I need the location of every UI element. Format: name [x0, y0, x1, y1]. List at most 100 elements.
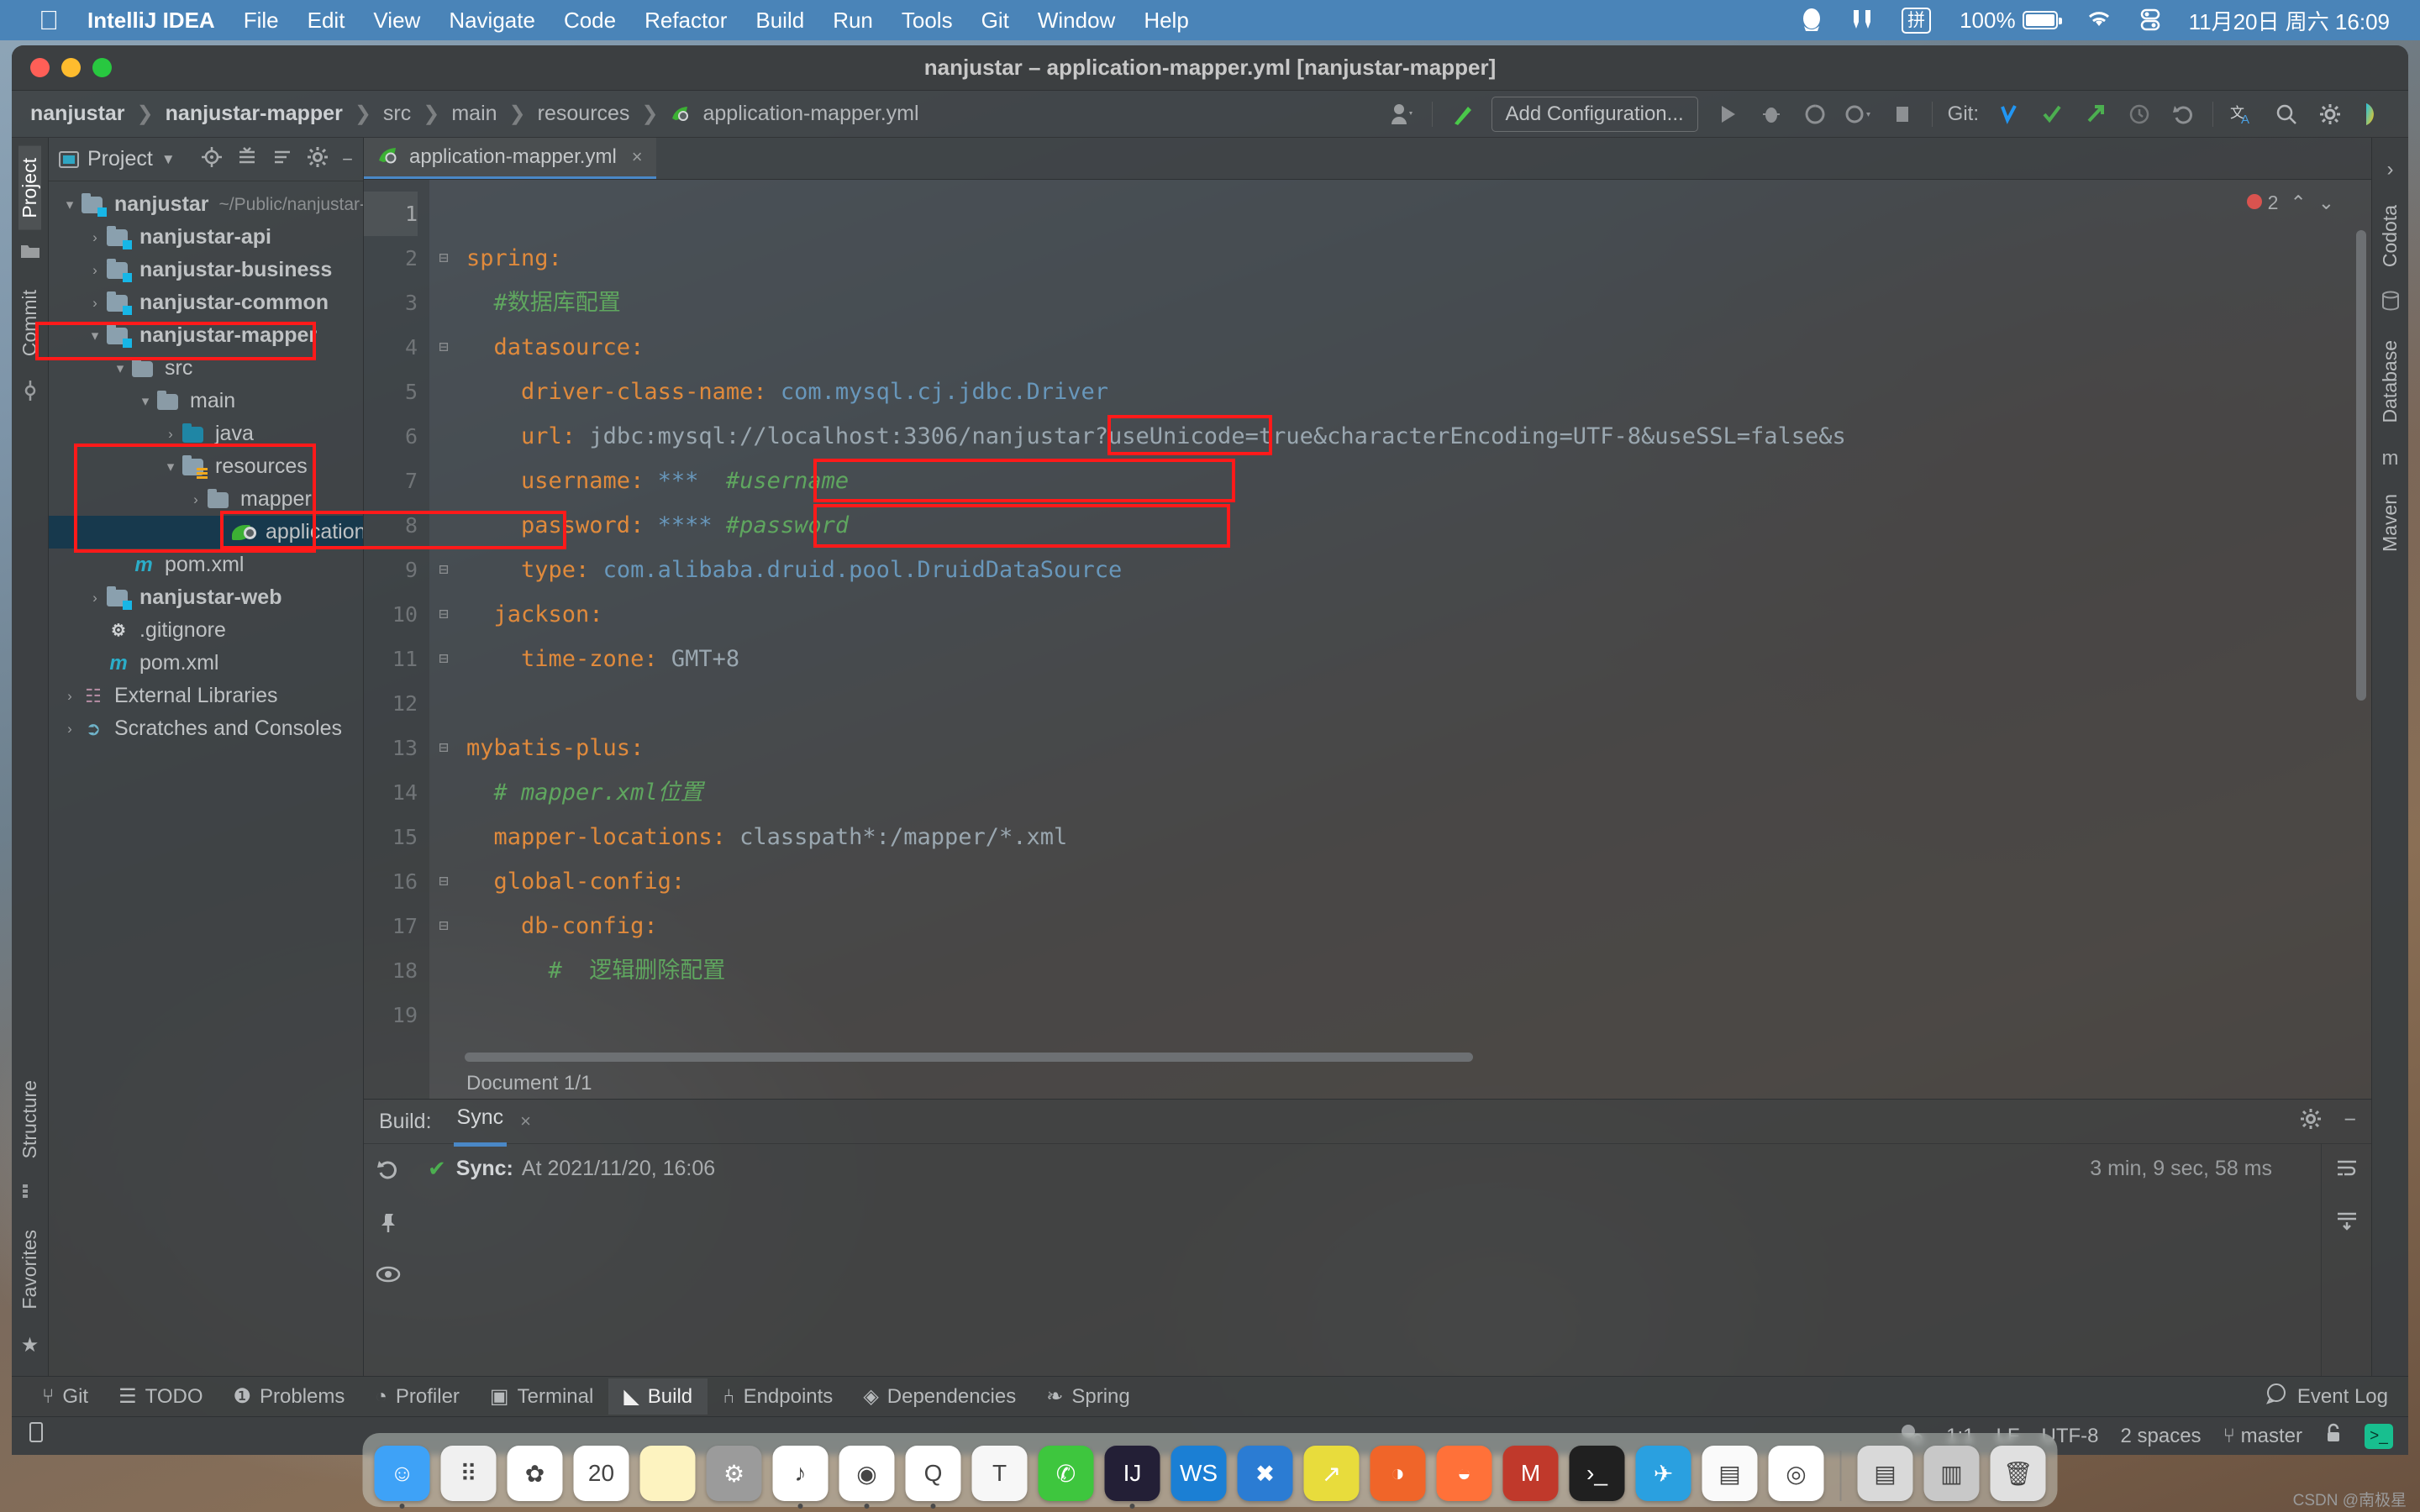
tree-expand-arrow[interactable]: ›: [185, 491, 207, 508]
tree-item-scratches-and-consoles[interactable]: ›➲Scratches and Consoles: [49, 712, 363, 745]
fold-marker-icon[interactable]: ⊟: [429, 637, 458, 681]
fold-marker-icon[interactable]: ⊟: [429, 325, 458, 370]
project-file-tree[interactable]: ▾nanjustar~/Public/nanjustar-template/na…: [49, 181, 363, 1376]
fold-marker-icon[interactable]: ⊟: [429, 726, 458, 770]
menu-item-view[interactable]: View: [373, 8, 420, 34]
vscode-icon[interactable]: ✖: [1238, 1446, 1293, 1501]
typora-icon[interactable]: T: [972, 1446, 1028, 1501]
debug-icon[interactable]: [1757, 100, 1786, 129]
green-terminal-icon[interactable]: >_: [2365, 1424, 2393, 1449]
tree-item-java[interactable]: ›java: [49, 417, 363, 450]
tool-button-problems[interactable]: ❶Problems: [218, 1378, 360, 1415]
intellij-idea-icon[interactable]: IJ: [1105, 1446, 1160, 1501]
sidebar-item-maven[interactable]: Maven: [2379, 482, 2402, 564]
settings-gear-icon[interactable]: [2316, 100, 2344, 129]
tree-item-main[interactable]: ▾main: [49, 385, 363, 417]
battery-status[interactable]: 100%: [1960, 8, 2058, 34]
sidebar-item-commit[interactable]: Commit: [18, 278, 41, 368]
menu-item-navigate[interactable]: Navigate: [449, 8, 535, 34]
menu-item-run[interactable]: Run: [833, 8, 873, 34]
input-method-icon[interactable]: 拼: [1902, 8, 1931, 34]
tool-button-terminal[interactable]: ▣Terminal: [475, 1378, 608, 1415]
tree-expand-arrow[interactable]: ›: [84, 229, 106, 246]
telegram-icon[interactable]: ✈: [1636, 1446, 1691, 1501]
tree-expand-arrow[interactable]: ▾: [84, 328, 106, 344]
sidebar-item-structure[interactable]: Structure: [18, 1068, 41, 1170]
launchpad-icon[interactable]: ⠿: [441, 1446, 497, 1501]
qq-penguin-icon[interactable]: [1801, 8, 1823, 33]
tree-item-external-libraries[interactable]: ›☷External Libraries: [49, 680, 363, 712]
event-log-button[interactable]: Event Log: [2265, 1383, 2408, 1410]
fold-marker-icon[interactable]: ⊟: [429, 904, 458, 948]
sidebar-item-favorites[interactable]: Favorites: [18, 1218, 41, 1321]
control-center-icon[interactable]: [2140, 8, 2160, 32]
tab-application-mapper-yml[interactable]: application-mapper.yml ×: [364, 138, 656, 179]
menu-item-window[interactable]: Window: [1038, 8, 1115, 34]
chrome-icon[interactable]: ◉: [839, 1446, 895, 1501]
code-folding-column[interactable]: ⊟⊟⊟⊟⊟⊟⊟⊟: [429, 180, 458, 1099]
fold-marker-icon[interactable]: ⊟: [429, 592, 458, 637]
fold-marker-icon[interactable]: ⊟: [429, 548, 458, 592]
sidebar-item-project[interactable]: Project: [18, 146, 41, 230]
tree-expand-arrow[interactable]: ▾: [109, 360, 131, 377]
build-hammer-icon[interactable]: [1448, 100, 1476, 129]
indent-setting[interactable]: 2 spaces: [2121, 1425, 2202, 1448]
tool-button-git[interactable]: ⑂Git: [27, 1379, 103, 1415]
menu-item-refactor[interactable]: Refactor: [644, 8, 727, 34]
trash-icon[interactable]: 🗑: [1991, 1446, 2046, 1501]
translate-icon[interactable]: 文A: [2228, 100, 2257, 129]
breadcrumb-item-src[interactable]: src: [383, 102, 411, 126]
system-preferences-icon[interactable]: ⚙: [707, 1446, 762, 1501]
ide-feature-icon[interactable]: [2360, 100, 2388, 129]
minimize-window-button[interactable]: [61, 58, 81, 77]
firefox-icon[interactable]: ◒: [1437, 1446, 1492, 1501]
close-icon[interactable]: ×: [632, 146, 643, 168]
soft-wrap-icon[interactable]: [2335, 1158, 2359, 1185]
locate-icon[interactable]: [201, 146, 223, 173]
search-everywhere-icon[interactable]: [2272, 100, 2301, 129]
breadcrumb-item-nanjustar-mapper[interactable]: nanjustar-mapper: [166, 102, 343, 126]
tool-button-profiler[interactable]: ◔Profiler: [360, 1379, 475, 1415]
menu-item-intellij-idea[interactable]: IntelliJ IDEA: [87, 8, 215, 34]
profile-icon[interactable]: [1844, 100, 1873, 129]
notes-icon[interactable]: [640, 1446, 696, 1501]
code-editor[interactable]: 12345678910111213141516171819 ⊟⊟⊟⊟⊟⊟⊟⊟ s…: [364, 180, 2371, 1099]
code-content[interactable]: spring: #数据库配置 datasource: driver-class-…: [458, 180, 2371, 1099]
fold-marker-icon[interactable]: ⊟: [429, 236, 458, 281]
menubar-datetime[interactable]: 11月20日 周六 16:09: [2189, 5, 2390, 36]
notes2-icon[interactable]: ▤: [1702, 1446, 1758, 1501]
stocks-icon[interactable]: ↗: [1304, 1446, 1360, 1501]
pin-icon[interactable]: [377, 1212, 399, 1240]
calendar-icon[interactable]: 20: [574, 1446, 629, 1501]
netease-music-icon[interactable]: ♪: [773, 1446, 829, 1501]
tree-item-nanjustar-web[interactable]: ›nanjustar-web: [49, 581, 363, 614]
sidebar-item-codota[interactable]: Codota: [2379, 193, 2402, 279]
git-branch-widget[interactable]: ⑂ master: [2223, 1425, 2302, 1448]
tree-item-src[interactable]: ▾src: [49, 352, 363, 385]
menu-item-edit[interactable]: Edit: [308, 8, 345, 34]
tool-button-dependencies[interactable]: ◈Dependencies: [848, 1378, 1031, 1415]
tree-expand-arrow[interactable]: ›: [59, 688, 81, 705]
menu-item-help[interactable]: Help: [1144, 8, 1188, 34]
tree-item--gitignore[interactable]: ›⚙.gitignore: [49, 614, 363, 647]
sidebar-item-database[interactable]: Database: [2379, 328, 2402, 434]
wifi-icon[interactable]: [2086, 10, 2112, 30]
git-commit-icon[interactable]: [2038, 100, 2066, 129]
tree-expand-arrow[interactable]: ›: [84, 295, 106, 312]
git-push-icon[interactable]: [2081, 100, 2110, 129]
tool-button-build[interactable]: ◣Build: [608, 1378, 708, 1415]
tree-item-nanjustar-common[interactable]: ›nanjustar-common: [49, 286, 363, 319]
run-with-coverage-icon[interactable]: [1801, 100, 1829, 129]
editor-vertical-scrollbar[interactable]: [2356, 230, 2366, 701]
gear-icon[interactable]: [307, 146, 329, 173]
tree-expand-arrow[interactable]: ›: [84, 590, 106, 606]
maximize-window-button[interactable]: [92, 58, 112, 77]
menu-item-build[interactable]: Build: [755, 8, 804, 34]
tool-button-spring[interactable]: ❧Spring: [1031, 1378, 1144, 1415]
tree-item-resources[interactable]: ▾resources: [49, 450, 363, 483]
menu-item-tools[interactable]: Tools: [902, 8, 953, 34]
scroll-to-end-icon[interactable]: [2335, 1210, 2359, 1238]
breadcrumb-item-file[interactable]: application-mapper.yml: [671, 102, 919, 126]
tree-item-application-mapper-yml[interactable]: ›application-mapper.yml: [49, 516, 363, 549]
safari-icon[interactable]: ◎: [1769, 1446, 1824, 1501]
